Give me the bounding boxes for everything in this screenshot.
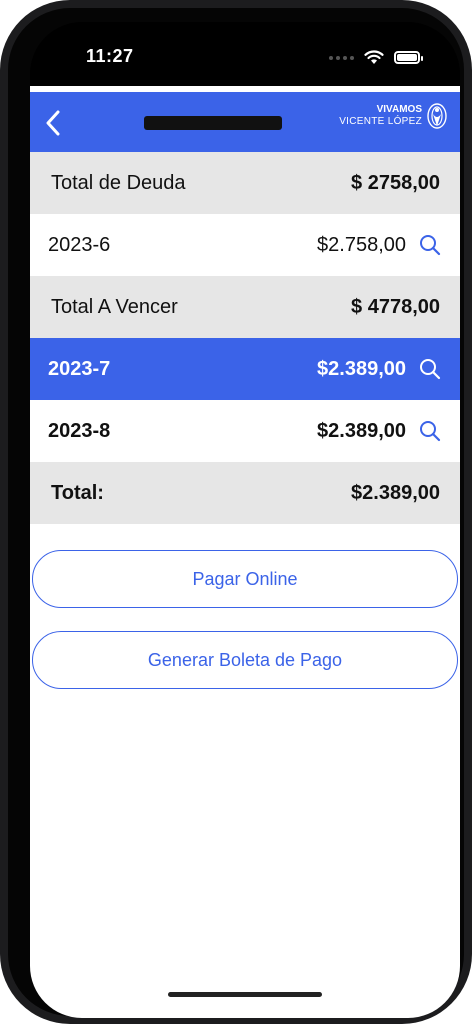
row-label: 2023-8 <box>48 419 111 442</box>
search-icon[interactable] <box>418 233 442 257</box>
logo-emblem-icon <box>427 103 447 129</box>
pay-online-button[interactable]: Pagar Online <box>32 550 458 608</box>
row-label: Total: <box>51 481 104 504</box>
period-row[interactable]: 2023-6 $2.758,00 <box>30 214 460 276</box>
row-label: Total de Deuda <box>51 171 186 194</box>
row-amount: $ 4778,00 <box>351 295 440 318</box>
row-amount: $ 2758,00 <box>351 171 440 194</box>
home-indicator[interactable] <box>168 992 322 997</box>
status-time: 11:27 <box>86 46 134 66</box>
total-debt-row: Total de Deuda $ 2758,00 <box>30 152 460 214</box>
search-icon[interactable] <box>418 357 442 381</box>
device-bezel: 11:27 VIVAMOS VICENTE LÓPEZ Total de Deu… <box>8 8 464 1018</box>
row-amount: $2.389,00 <box>317 419 406 442</box>
app-content: VIVAMOS VICENTE LÓPEZ Total de Deuda $ 2… <box>30 86 460 1018</box>
navigation-bar: VIVAMOS VICENTE LÓPEZ <box>30 86 460 152</box>
status-bar: 11:27 <box>30 22 460 86</box>
generate-payment-slip-button[interactable]: Generar Boleta de Pago <box>32 631 458 689</box>
screen: 11:27 VIVAMOS VICENTE LÓPEZ Total de Deu… <box>30 22 460 1018</box>
row-amount: $2.758,00 <box>317 233 406 256</box>
row-amount: $2.389,00 <box>317 357 406 380</box>
chevron-left-icon <box>46 110 60 136</box>
status-icons <box>329 50 423 65</box>
wifi-icon <box>364 50 384 64</box>
battery-icon <box>394 51 423 64</box>
redacted-page-title <box>144 116 282 130</box>
logo-line-2: VICENTE LÓPEZ <box>339 116 422 127</box>
row-label: 2023-7 <box>48 357 111 380</box>
period-row-selected[interactable]: 2023-7 $2.389,00 <box>30 338 460 400</box>
debt-list: Total de Deuda $ 2758,00 2023-6 $2.758,0… <box>30 152 460 524</box>
total-upcoming-row: Total A Vencer $ 4778,00 <box>30 276 460 338</box>
row-label: Total A Vencer <box>51 295 178 318</box>
logo-line-1: VIVAMOS <box>376 104 422 115</box>
row-amount: $2.389,00 <box>351 481 440 504</box>
cellular-signal-icon <box>329 55 354 60</box>
vivamos-vicente-lopez-logo: VIVAMOS VICENTE LÓPEZ <box>339 102 448 130</box>
device-frame: 11:27 VIVAMOS VICENTE LÓPEZ Total de Deu… <box>0 0 472 1024</box>
back-button[interactable] <box>38 106 68 140</box>
period-row[interactable]: 2023-8 $2.389,00 <box>30 400 460 462</box>
selected-total-row: Total: $2.389,00 <box>30 462 460 524</box>
search-icon[interactable] <box>418 419 442 443</box>
row-label: 2023-6 <box>48 233 111 256</box>
